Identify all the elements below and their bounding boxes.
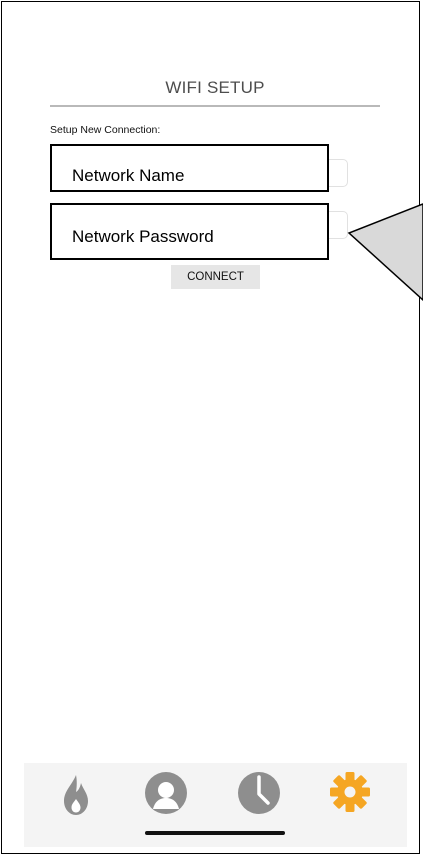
gear-icon <box>330 772 370 812</box>
flame-icon <box>64 775 88 815</box>
title-divider <box>50 105 380 107</box>
network-name-field-label: Network Name <box>50 144 329 192</box>
tab-flame[interactable] <box>46 763 106 823</box>
tab-profile[interactable] <box>136 763 196 823</box>
clock-icon <box>238 772 280 814</box>
connect-button[interactable]: CONNECT <box>171 265 260 289</box>
network-password-field-label: Network Password <box>50 203 329 260</box>
network-password-label-text: Network Password <box>72 227 214 246</box>
home-indicator <box>145 831 285 835</box>
tab-schedule[interactable] <box>229 763 289 823</box>
network-name-label-text: Network Name <box>72 166 185 185</box>
tab-settings[interactable] <box>320 763 380 823</box>
person-icon <box>145 772 187 814</box>
setup-section-label: Setup New Connection: <box>50 124 161 136</box>
page-title: WIFI SETUP <box>165 78 265 97</box>
